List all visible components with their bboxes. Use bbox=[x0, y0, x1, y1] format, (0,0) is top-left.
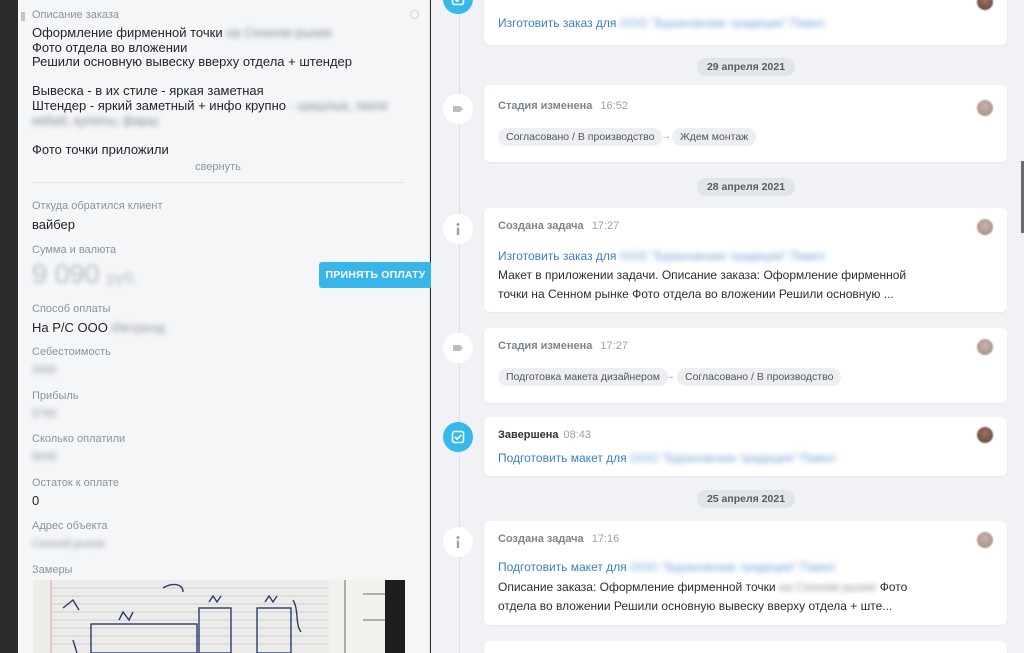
task-link[interactable]: Изготовить заказ для ООО "Бурановские тр… bbox=[498, 249, 825, 263]
avatar bbox=[977, 532, 993, 548]
timeline-card: Изготовить заказ для ООО "Бурановские тр… bbox=[484, 0, 1007, 45]
remaining-value: 0 bbox=[32, 493, 40, 508]
description-line: Оформление фирменной точки на Сенном рын… bbox=[32, 25, 332, 40]
stage-from: Подготовка макета дизайнером bbox=[498, 368, 668, 386]
accept-payment-button[interactable]: ПРИНЯТЬ ОПЛАТУ bbox=[319, 262, 432, 288]
card-title: Завершена 08:43 bbox=[498, 429, 592, 441]
settings-icon[interactable] bbox=[410, 10, 419, 19]
task-link[interactable]: Изготовить заказ для ООО "Бурановские тр… bbox=[498, 16, 825, 30]
description-line: Штендер - яркий заметный + инфо крупно -… bbox=[32, 97, 388, 113]
profit-value: 5790 bbox=[32, 408, 57, 420]
date-separator: 29 апреля 2021 bbox=[697, 58, 795, 76]
date-separator: 25 апреля 2021 bbox=[697, 490, 795, 508]
sum-label: Сумма и валюта bbox=[32, 244, 117, 256]
info-icon bbox=[443, 527, 473, 557]
card-title: Стадия изменена 17:27 bbox=[498, 340, 628, 352]
cost-value: 3300 bbox=[32, 364, 57, 376]
task-link[interactable]: Подготовить макет для ООО "Бурановские т… bbox=[498, 451, 835, 465]
avatar bbox=[977, 0, 993, 10]
stage-tag-icon bbox=[443, 333, 473, 363]
avatar bbox=[977, 219, 993, 235]
order-description: Оформление фирменной точки на Сенном рын… bbox=[32, 25, 402, 157]
stage-tag-icon bbox=[443, 94, 473, 124]
address-value: Сенной рынок bbox=[32, 538, 105, 550]
description-line: кебаб, купаты, фарш bbox=[32, 112, 159, 128]
task-description: Макет в приложении задачи. Описание зака… bbox=[498, 268, 907, 301]
card-title: Создана задача 17:27 bbox=[498, 220, 620, 232]
avatar bbox=[977, 427, 993, 443]
address-label: Адрес объекта bbox=[32, 520, 108, 532]
cost-label: Себестоимость bbox=[32, 346, 111, 358]
timeline-card bbox=[484, 641, 1007, 653]
sum-value: 9 090 руб. bbox=[32, 259, 138, 289]
profit-label: Прибыль bbox=[32, 390, 79, 402]
payment-method-label: Способ оплаты bbox=[32, 303, 111, 315]
stage-from: Согласовано / В производство bbox=[498, 128, 663, 146]
avatar bbox=[977, 339, 993, 355]
measurements-photo[interactable] bbox=[33, 580, 405, 653]
stage-to: Согласовано / В производство bbox=[677, 368, 842, 386]
description-label: Описание заказа bbox=[32, 9, 120, 21]
timeline-card: Стадия изменена 17:27 Подготовка макета д… bbox=[484, 328, 1007, 403]
paid-value: 9000 bbox=[32, 451, 57, 463]
description-line: Фото точки приложили bbox=[32, 141, 169, 157]
payment-method-value: На Р/С ООО Ижтренд bbox=[32, 320, 165, 335]
timeline-card: Завершена 08:43 Подготовить макет для ООО… bbox=[484, 417, 1007, 476]
activity-timeline: Изготовить заказ для ООО "Бурановские тр… bbox=[431, 0, 1024, 653]
source-value: вайбер bbox=[32, 217, 76, 232]
source-label: Откуда обратился клиент bbox=[32, 200, 163, 212]
description-line: Решили основную вывеску вверху отдела + … bbox=[32, 54, 353, 70]
order-details-panel: Описание заказа Оформление фирменной точ… bbox=[18, 0, 432, 653]
arrow-right-icon: → bbox=[665, 371, 675, 382]
arrow-right-icon: → bbox=[661, 131, 671, 142]
stage-to: Ждем монтаж bbox=[672, 128, 757, 146]
measurements-label: Замеры bbox=[32, 564, 73, 576]
drag-handle-icon[interactable] bbox=[21, 12, 25, 21]
timeline-card: Создана задача 17:27 Изготовить заказ для… bbox=[484, 208, 1007, 312]
avatar bbox=[977, 100, 993, 116]
remaining-label: Остаток к оплате bbox=[32, 477, 120, 489]
divider bbox=[32, 182, 404, 183]
card-title: Создана задача 17:16 bbox=[498, 533, 620, 545]
timeline-card: Стадия изменена 16:52 Согласовано / В про… bbox=[484, 85, 1007, 162]
description-line: Вывеска - в их стиле - яркая заметная bbox=[32, 83, 264, 99]
paid-label: Сколько оплатили bbox=[32, 433, 126, 445]
date-separator: 28 апреля 2021 bbox=[697, 178, 795, 196]
info-icon bbox=[443, 214, 473, 244]
completed-icon bbox=[443, 422, 473, 452]
description-line: Фото отдела во вложении bbox=[32, 39, 188, 55]
timeline-card: Создана задача 17:16 Подготовить макет дл… bbox=[484, 521, 1007, 625]
task-link[interactable]: Подготовить макет для ООО "Бурановские т… bbox=[498, 560, 835, 574]
card-title: Стадия изменена 16:52 bbox=[498, 100, 628, 112]
task-description: Описание заказа: Оформление фирменной то… bbox=[498, 580, 908, 613]
collapse-link[interactable]: свернуть bbox=[32, 161, 404, 173]
completed-icon bbox=[443, 0, 473, 14]
